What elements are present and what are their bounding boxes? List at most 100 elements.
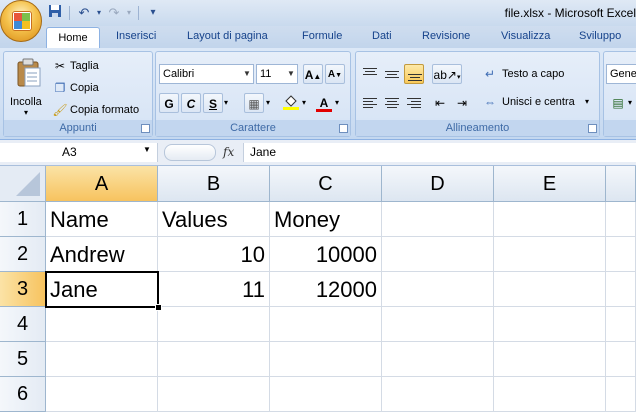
row-header-6[interactable]: 6 <box>0 377 46 412</box>
cell-e2[interactable] <box>494 237 606 272</box>
cell-a6[interactable] <box>46 377 158 412</box>
cut-button[interactable]: Taglia <box>70 60 99 72</box>
format-painter-icon[interactable]: 🖌 <box>52 102 68 118</box>
currency-dropdown-icon[interactable]: ▾ <box>628 98 632 107</box>
font-color-dropdown-icon[interactable]: ▾ <box>335 98 339 107</box>
cell-f2[interactable] <box>606 237 636 272</box>
tab-dati[interactable]: Dati <box>372 30 392 42</box>
fill-color-dropdown-icon[interactable]: ▾ <box>302 98 306 107</box>
redo-dropdown-icon[interactable]: ▾ <box>125 4 133 22</box>
undo-dropdown-icon[interactable]: ▾ <box>95 4 103 22</box>
tab-visualizza[interactable]: Visualizza <box>501 30 550 42</box>
increase-indent-icon[interactable]: ⇥ <box>452 93 472 113</box>
wrap-text-button[interactable]: Testo a capo <box>502 68 564 80</box>
cell-a4[interactable] <box>46 307 158 342</box>
office-button[interactable] <box>0 0 42 42</box>
borders-dropdown-icon[interactable]: ▾ <box>266 98 270 107</box>
tab-revisione[interactable]: Revisione <box>422 30 470 42</box>
cell-d1[interactable] <box>382 202 494 237</box>
save-icon[interactable] <box>46 4 64 22</box>
cell-d4[interactable] <box>382 307 494 342</box>
column-header-a[interactable]: A <box>46 166 158 202</box>
cell-f1[interactable] <box>606 202 636 237</box>
align-left-icon[interactable] <box>360 93 380 113</box>
name-box-dropdown-icon[interactable]: ▼ <box>143 145 151 154</box>
grow-font-button[interactable]: A▲ <box>303 64 323 84</box>
undo-icon[interactable]: ↶ <box>75 4 93 22</box>
cell-d5[interactable] <box>382 342 494 377</box>
font-size-combo[interactable]: 11 ▼ <box>256 64 298 84</box>
copy-button[interactable]: Copia <box>70 82 99 94</box>
cell-b2[interactable]: 10 <box>158 237 270 272</box>
chevron-down-icon[interactable]: ▼ <box>241 65 253 83</box>
cell-c6[interactable] <box>270 377 382 412</box>
font-name-combo[interactable]: Calibri ▼ <box>159 64 254 84</box>
copy-icon[interactable]: ❐ <box>52 80 68 96</box>
borders-icon[interactable]: ▦ <box>244 93 264 113</box>
cell-c5[interactable] <box>270 342 382 377</box>
cell-e1[interactable] <box>494 202 606 237</box>
merge-center-button[interactable]: Unisci e centra <box>502 96 575 108</box>
fill-handle[interactable] <box>155 304 162 311</box>
align-middle-icon[interactable] <box>382 64 402 84</box>
underline-button[interactable]: S <box>203 93 223 113</box>
paste-button[interactable]: Incolla ▾ <box>10 56 46 118</box>
wrap-text-icon[interactable]: ↵ <box>482 66 498 82</box>
align-bottom-icon[interactable] <box>404 64 424 84</box>
decrease-indent-icon[interactable]: ⇤ <box>430 93 450 113</box>
row-header-3[interactable]: 3 <box>0 272 46 307</box>
paste-dropdown-icon[interactable]: ▾ <box>24 108 28 117</box>
tab-inserisci[interactable]: Inserisci <box>116 30 156 42</box>
row-header-2[interactable]: 2 <box>0 237 46 272</box>
cell-f6[interactable] <box>606 377 636 412</box>
customize-qat-icon[interactable]: ▾ <box>144 4 162 22</box>
column-header-f[interactable] <box>606 166 636 202</box>
cell-a2[interactable]: Andrew <box>46 237 158 272</box>
column-header-b[interactable]: B <box>158 166 270 202</box>
redo-icon[interactable]: ↷ <box>105 4 123 22</box>
font-launcher-icon[interactable] <box>339 124 348 133</box>
row-header-4[interactable]: 4 <box>0 307 46 342</box>
cell-b5[interactable] <box>158 342 270 377</box>
cell-b3[interactable]: 11 <box>158 272 270 307</box>
column-header-c[interactable]: C <box>270 166 382 202</box>
cell-c1[interactable]: Money <box>270 202 382 237</box>
select-all-corner[interactable] <box>0 166 46 202</box>
insert-function-icon[interactable]: fx <box>223 145 234 159</box>
cell-a5[interactable] <box>46 342 158 377</box>
merge-center-icon[interactable]: ⇔ <box>482 94 498 110</box>
merge-dropdown-icon[interactable]: ▾ <box>585 97 589 106</box>
cell-e3[interactable] <box>494 272 606 307</box>
tab-formule[interactable]: Formule <box>302 30 342 42</box>
cell-e5[interactable] <box>494 342 606 377</box>
cell-d3[interactable] <box>382 272 494 307</box>
cell-c2[interactable]: 10000 <box>270 237 382 272</box>
cell-d6[interactable] <box>382 377 494 412</box>
name-box[interactable]: A3 <box>0 143 158 162</box>
align-right-icon[interactable] <box>404 93 424 113</box>
column-header-e[interactable]: E <box>494 166 606 202</box>
row-header-5[interactable]: 5 <box>0 342 46 377</box>
cell-b1[interactable]: Values <box>158 202 270 237</box>
italic-button[interactable]: C <box>181 93 201 113</box>
cell-c4[interactable] <box>270 307 382 342</box>
clipboard-launcher-icon[interactable] <box>141 124 150 133</box>
tab-layout-di-pagina[interactable]: Layout di pagina <box>187 30 268 42</box>
format-painter-button[interactable]: Copia formato <box>70 104 139 116</box>
cell-e4[interactable] <box>494 307 606 342</box>
cell-f3[interactable] <box>606 272 636 307</box>
column-header-d[interactable]: D <box>382 166 494 202</box>
cell-f4[interactable] <box>606 307 636 342</box>
cell-f5[interactable] <box>606 342 636 377</box>
tab-home[interactable]: Home <box>46 27 100 49</box>
row-header-1[interactable]: 1 <box>0 202 46 237</box>
orientation-icon[interactable]: ab↗▾ <box>432 64 462 84</box>
formula-input[interactable]: Jane <box>243 143 636 162</box>
shrink-font-button[interactable]: A▼ <box>325 64 345 84</box>
cell-a1[interactable]: Name <box>46 202 158 237</box>
align-top-icon[interactable] <box>360 64 380 84</box>
underline-dropdown-icon[interactable]: ▾ <box>224 98 228 107</box>
tab-sviluppo[interactable]: Sviluppo <box>579 30 621 42</box>
cut-icon[interactable]: ✂ <box>52 58 68 74</box>
cell-e6[interactable] <box>494 377 606 412</box>
